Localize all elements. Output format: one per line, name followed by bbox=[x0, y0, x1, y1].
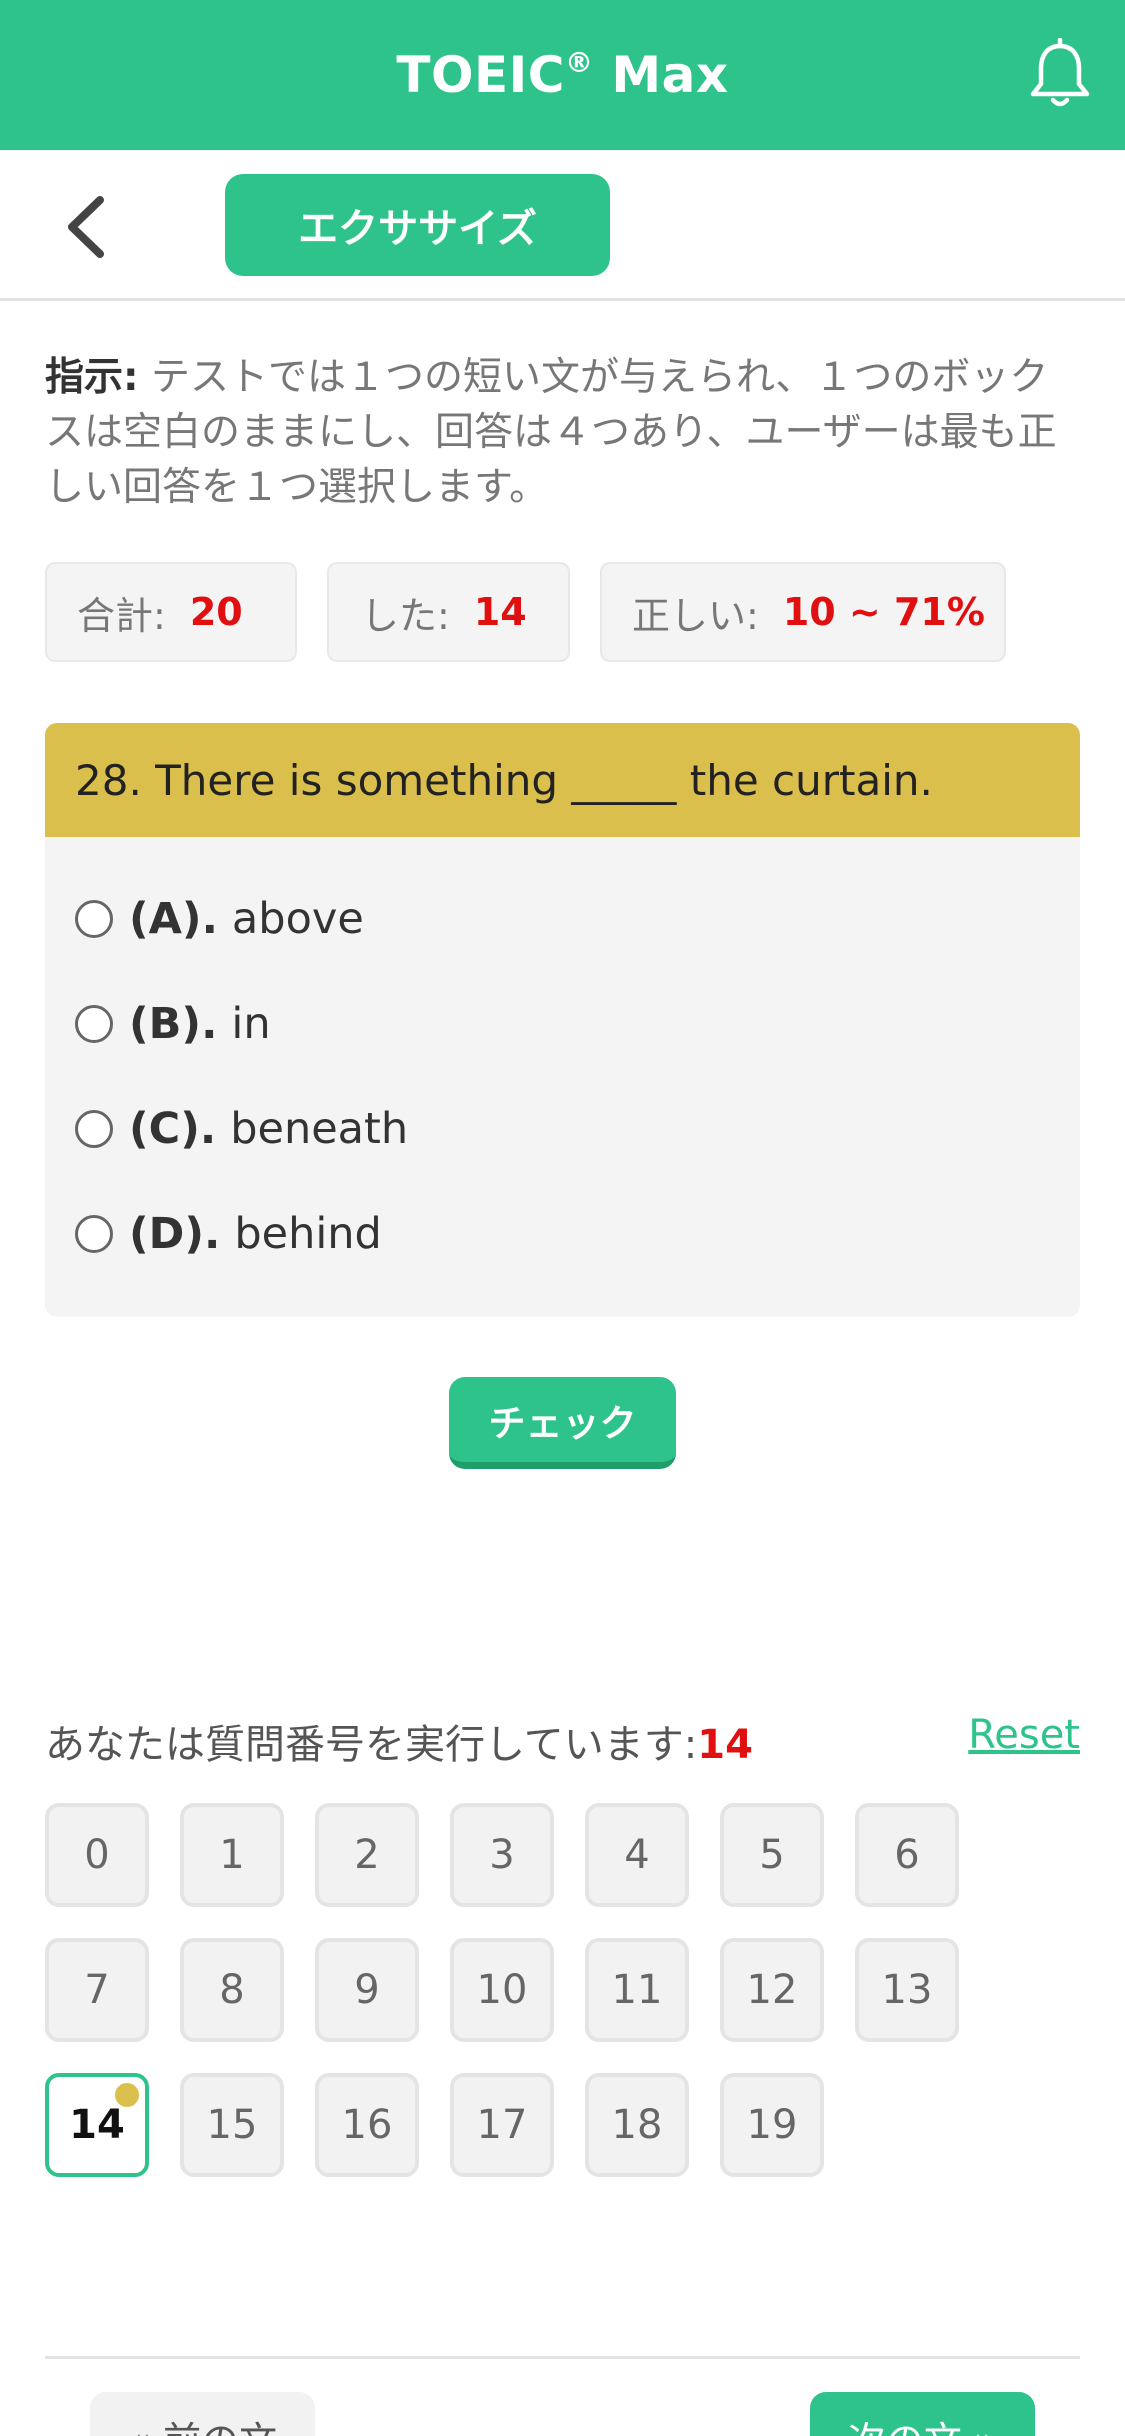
bell-icon[interactable] bbox=[1025, 38, 1095, 112]
progress-label: あなたは質問番号を実行しています:14 bbox=[45, 1722, 753, 1768]
reset-link[interactable]: Reset bbox=[968, 1712, 1080, 1758]
question-number-button[interactable]: 7 bbox=[45, 1938, 149, 2042]
question-number-button[interactable]: 11 bbox=[585, 1938, 689, 2042]
stat-done: した: 14 bbox=[327, 562, 570, 662]
question-number-button[interactable]: 15 bbox=[180, 2073, 284, 2177]
question-number-button[interactable]: 6 bbox=[855, 1803, 959, 1907]
radio-button[interactable] bbox=[75, 1215, 113, 1253]
question-number-button[interactable]: 1 bbox=[180, 1803, 284, 1907]
divider bbox=[45, 2356, 1080, 2359]
question-number-button[interactable]: 4 bbox=[585, 1803, 689, 1907]
option-d[interactable]: (D). behind bbox=[75, 1204, 382, 1264]
question-text: 28. There is something _____ the curtain… bbox=[45, 723, 1080, 837]
question-number-button[interactable]: 10 bbox=[450, 1938, 554, 2042]
radio-button[interactable] bbox=[75, 900, 113, 938]
instructions-text: テストでは１つの短い文が与えられ、１つのボックスは空白のままにし、回答は４つあり… bbox=[45, 355, 1057, 510]
question-number-button[interactable]: 12 bbox=[720, 1938, 824, 2042]
question-number-button[interactable]: 8 bbox=[180, 1938, 284, 2042]
question-number-button[interactable]: 9 bbox=[315, 1938, 419, 2042]
question-card: 28. There is something _____ the curtain… bbox=[45, 723, 1080, 1317]
previous-sentence-button[interactable]: « 前の文 bbox=[90, 2392, 315, 2436]
stat-correct: 正しい: 10 ~ 71% bbox=[600, 562, 1006, 662]
radio-button[interactable] bbox=[75, 1005, 113, 1043]
radio-button[interactable] bbox=[75, 1110, 113, 1148]
app-header: TOEIC® Max bbox=[0, 0, 1125, 150]
question-number-button[interactable]: 17 bbox=[450, 2073, 554, 2177]
current-question-number: 14 bbox=[697, 1722, 753, 1768]
exercise-tab-button[interactable]: エクササイズ bbox=[225, 174, 610, 276]
option-c[interactable]: (C). beneath bbox=[75, 1099, 408, 1159]
question-number-button[interactable]: 5 bbox=[720, 1803, 824, 1907]
instructions-label: 指示: bbox=[45, 355, 139, 400]
sub-navigation: エクササイズ bbox=[0, 150, 1125, 301]
question-number-button[interactable]: 16 bbox=[315, 2073, 419, 2177]
current-indicator-dot bbox=[115, 2083, 139, 2107]
question-number-button[interactable]: 0 bbox=[45, 1803, 149, 1907]
question-number-button[interactable]: 14 bbox=[45, 2073, 149, 2177]
chevron-left-icon[interactable] bbox=[62, 194, 112, 260]
next-sentence-button[interactable]: 次の文 » bbox=[810, 2392, 1035, 2436]
question-number-button[interactable]: 18 bbox=[585, 2073, 689, 2177]
question-number-button[interactable]: 2 bbox=[315, 1803, 419, 1907]
option-b[interactable]: (B). in bbox=[75, 994, 271, 1054]
check-button[interactable]: チェック bbox=[449, 1377, 676, 1469]
question-number-button[interactable]: 19 bbox=[720, 2073, 824, 2177]
question-number-button[interactable]: 13 bbox=[855, 1938, 959, 2042]
option-a[interactable]: (A). above bbox=[75, 889, 364, 949]
app-title: TOEIC® Max bbox=[396, 46, 729, 104]
instructions: 指示: テストでは１つの短い文が与えられ、１つのボックスは空白のままにし、回答は… bbox=[45, 350, 1075, 515]
stat-total: 合計: 20 bbox=[45, 562, 297, 662]
question-number-button[interactable]: 3 bbox=[450, 1803, 554, 1907]
